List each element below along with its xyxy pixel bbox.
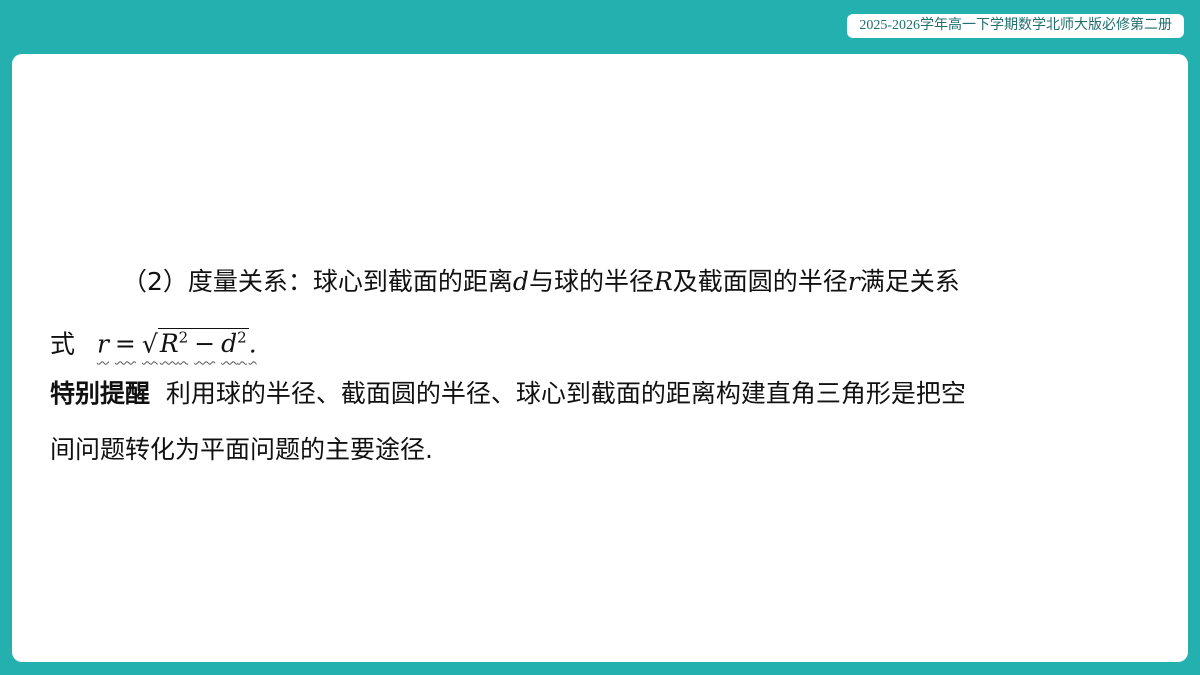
course-label: 2025-2026学年高一下学期数学北师大版必修第二册 [847, 14, 1184, 38]
content-card: （2）度量关系：球心到截面的距离d与球的半径R及截面圆的半径r满足关系 式 r =… [12, 54, 1188, 662]
sphere-section-formula: r = √R2− d2. [97, 310, 257, 372]
var-r: r [847, 267, 860, 296]
formula-R: R [159, 329, 179, 359]
measure-relation-line-2: 式 r = √R2− d2. [50, 310, 1150, 366]
p1-mid1: 与球的半径 [528, 267, 654, 296]
formula-minus: − [194, 329, 216, 359]
text-block: （2）度量关系：球心到截面的距离d与球的半径R及截面圆的半径r满足关系 式 r =… [50, 254, 1150, 478]
p1-prefix: （2）度量关系：球心到截面的距离 [122, 267, 513, 296]
tip-text-1: 利用球的半径、截面圆的半径、球心到截面的距离构建直角三角形是把空 [165, 379, 966, 408]
tip-line-1: 特别提醒 利用球的半径、截面圆的半径、球心到截面的距离构建直角三角形是把空 [50, 366, 1150, 422]
formula-radicand: R2− d2 [157, 328, 249, 359]
formula-lhs: r [96, 329, 109, 359]
p1-suffix: 满足关系 [859, 267, 960, 296]
var-d: d [512, 267, 529, 296]
p2-prefix: 式 [50, 329, 76, 359]
formula-d: d [221, 329, 238, 359]
p1-mid2: 及截面圆的半径 [672, 267, 848, 296]
sqrt-symbol: √ [141, 329, 158, 359]
tip-line-2: 间问题转化为平面问题的主要途径. [50, 422, 1150, 478]
measure-relation-line-1: （2）度量关系：球心到截面的距离d与球的半径R及截面圆的半径r满足关系 [50, 254, 1150, 310]
formula-exp2: 2 [237, 329, 247, 347]
tip-text-2: 间问题转化为平面问题的主要途径. [50, 435, 433, 464]
formula-exp1: 2 [178, 329, 189, 347]
tip-title: 特别提醒 [50, 379, 151, 408]
var-R: R [653, 267, 673, 296]
formula-end: . [248, 329, 257, 359]
formula-equals: = [114, 329, 136, 359]
